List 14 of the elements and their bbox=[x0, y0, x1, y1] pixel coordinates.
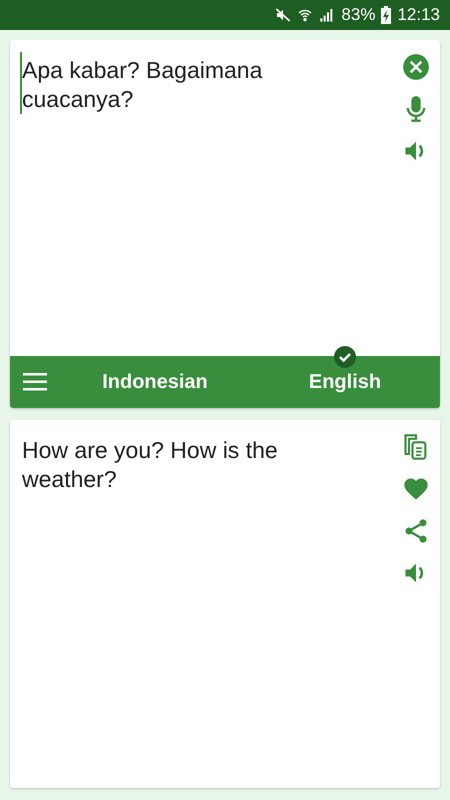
source-text[interactable]: Apa kabar? Bagaimana cuacanya? bbox=[20, 52, 356, 114]
language-tab[interactable]: English bbox=[250, 356, 440, 408]
clear-icon bbox=[402, 53, 430, 81]
signal-icon bbox=[319, 7, 336, 23]
translation-text: How are you? How is the weather? bbox=[22, 436, 279, 494]
battery-icon bbox=[381, 6, 392, 24]
language-tab[interactable]: Indonesian bbox=[60, 356, 250, 408]
battery-percent: 83% bbox=[341, 5, 376, 25]
menu-icon bbox=[23, 373, 47, 391]
wifi-icon bbox=[297, 7, 314, 23]
clock: 12:13 bbox=[397, 5, 440, 25]
check-icon bbox=[334, 346, 356, 368]
clear-button[interactable] bbox=[401, 52, 431, 82]
mute-icon bbox=[275, 7, 292, 23]
